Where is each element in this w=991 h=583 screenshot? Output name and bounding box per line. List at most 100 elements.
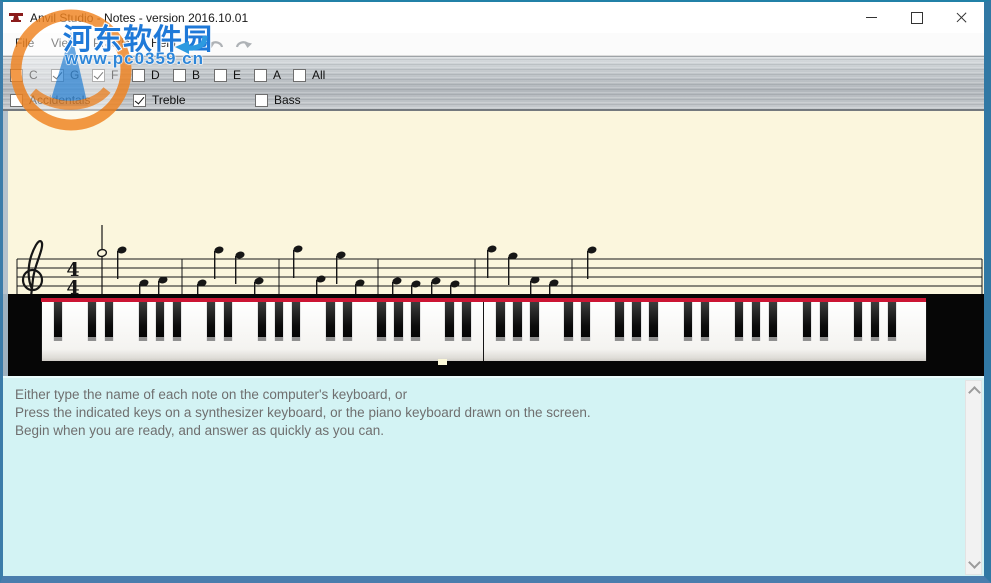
checkbox-c[interactable]: C [10,68,38,82]
middle-c-marker [438,359,447,365]
piano-keyboard[interactable] [3,294,984,376]
checkbox-treble[interactable]: Treble [133,93,186,107]
black-key[interactable] [342,302,353,341]
checkbox-d[interactable]: D [132,68,160,82]
black-key-tip [819,337,829,341]
undo-icon[interactable] [207,37,225,56]
black-key[interactable] [52,302,64,341]
black-key[interactable] [325,302,336,341]
checkbox-box[interactable] [293,68,306,82]
white-key[interactable] [908,302,927,361]
maximize-button[interactable] [894,2,939,33]
black-key[interactable] [648,302,659,341]
minimize-button[interactable] [849,2,894,33]
black-key-tip [802,337,812,341]
redo-icon[interactable] [234,37,252,56]
black-key[interactable] [818,302,830,341]
black-key[interactable] [205,302,217,341]
black-key[interactable] [86,302,98,341]
black-key[interactable] [699,302,710,341]
window-title: Anvil Studio - Notes - version 2016.10.0… [30,10,249,25]
checkbox-label: Bass [274,93,301,107]
checkbox-label: G [70,68,80,82]
black-key[interactable] [529,302,540,341]
black-key-tip [530,337,539,341]
checkbox-g[interactable]: G [51,68,79,82]
checkbox-box[interactable] [173,68,186,82]
checkbox-box[interactable] [255,93,268,107]
black-key-tip [615,337,624,341]
black-key[interactable] [137,302,149,341]
black-key[interactable] [171,302,183,341]
black-key-tip [513,337,522,341]
black-key-tip [326,337,335,341]
close-icon [955,11,968,24]
menu-file[interactable]: File [15,36,34,50]
checkbox-box[interactable] [133,93,146,107]
black-key[interactable] [274,302,285,341]
black-key-tip [292,337,301,341]
black-key-tip [343,337,352,341]
black-key[interactable] [223,302,234,341]
checkbox-label: E [233,68,242,82]
checkbox-label: Accidentals [29,93,91,107]
checkbox-label: C [29,68,38,82]
black-key-tip [700,337,709,341]
black-key[interactable] [461,302,472,341]
close-button[interactable] [939,2,984,33]
scroll-down-icon[interactable] [968,556,981,569]
checkbox-accidentals[interactable]: Accidentals [10,93,90,107]
black-key[interactable] [614,302,625,341]
checkbox-box[interactable] [51,68,64,82]
black-key[interactable] [376,302,387,341]
checkbox-label: B [192,68,201,82]
checkbox-f[interactable]: F [92,68,118,82]
black-key[interactable] [682,302,693,341]
black-key[interactable] [495,302,506,341]
checkbox-box[interactable] [132,68,145,82]
black-key[interactable] [886,302,898,341]
black-key-tip [649,337,658,341]
black-key-tip [734,337,743,341]
black-key[interactable] [257,302,268,341]
black-key-tip [887,337,897,341]
black-key[interactable] [103,302,115,341]
black-key-tip [853,337,863,341]
black-key[interactable] [852,302,864,341]
checkbox-a[interactable]: A [254,68,281,82]
black-key[interactable] [512,302,523,341]
scroll-up-icon[interactable] [968,386,981,399]
checkbox-all[interactable]: All [293,68,325,82]
checkbox-box[interactable] [10,68,23,82]
black-key[interactable] [154,302,166,341]
menu-help[interactable]: Help [151,36,176,50]
black-key[interactable] [393,302,404,341]
checkbox-box[interactable] [214,68,227,82]
menu-view[interactable]: View [51,36,77,50]
checkbox-bass[interactable]: Bass [255,93,301,107]
checkbox-box[interactable] [10,93,23,107]
checkbox-box[interactable] [254,68,267,82]
black-key-tip [768,337,778,341]
staff-panel[interactable]: 4444 [3,111,984,400]
black-key[interactable] [750,302,761,341]
black-key-tip [394,337,403,341]
checkbox-box[interactable] [92,68,105,82]
black-key[interactable] [801,302,813,341]
checkbox-b[interactable]: B [173,68,200,82]
vertical-scrollbar[interactable] [965,380,982,575]
black-key[interactable] [767,302,779,341]
instruction-line: Either type the name of each note on the… [15,387,408,402]
black-key[interactable] [444,302,455,341]
black-key[interactable] [563,302,574,341]
black-key[interactable] [733,302,744,341]
black-key[interactable] [580,302,591,341]
black-key[interactable] [410,302,421,341]
menu-practice[interactable]: Practice [93,36,136,50]
black-key-tip [632,337,641,341]
black-key[interactable] [631,302,642,341]
black-key[interactable] [291,302,302,341]
black-key[interactable] [869,302,881,341]
instruction-lines: Either type the name of each note on the… [15,386,954,440]
checkbox-e[interactable]: E [214,68,241,82]
